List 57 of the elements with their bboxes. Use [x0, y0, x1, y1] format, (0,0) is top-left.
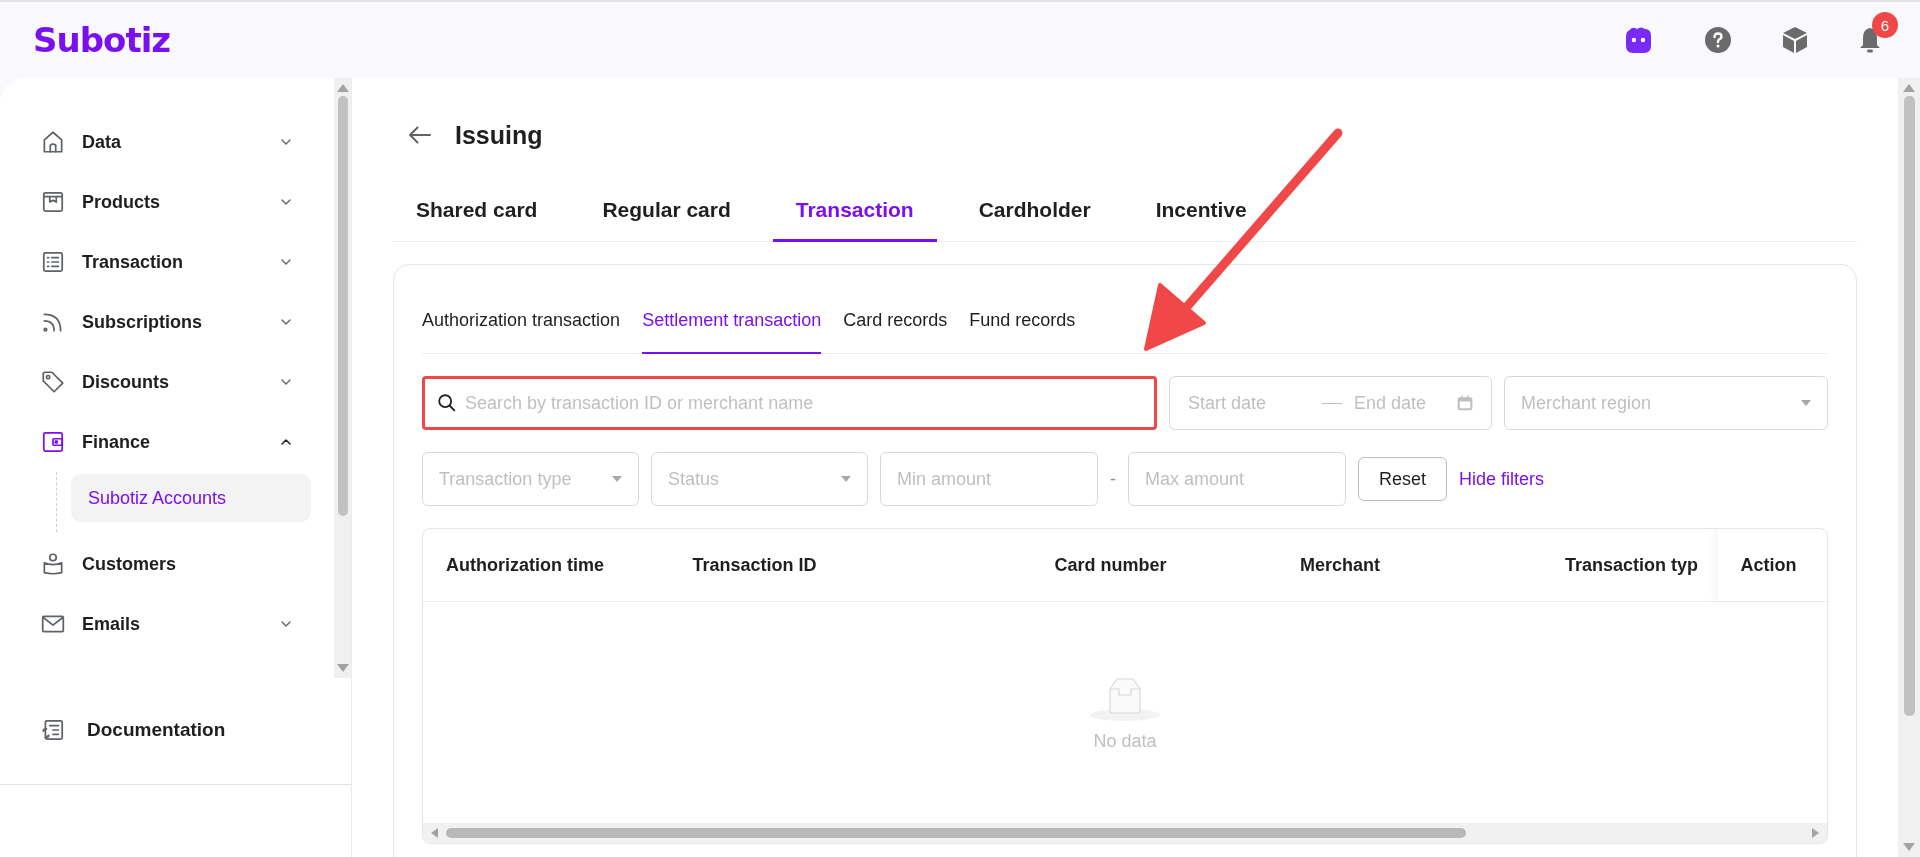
caret-icon	[1801, 400, 1811, 406]
wallet-icon	[40, 429, 66, 455]
user-icon	[40, 551, 66, 577]
caret-icon	[612, 476, 622, 482]
column-header: Transaction ID	[691, 554, 818, 576]
list-icon	[40, 249, 66, 275]
sidebar-item[interactable]: Products	[0, 172, 334, 232]
column-header: Merchant	[1299, 554, 1382, 576]
date-range-field[interactable]: Start date End date	[1169, 376, 1492, 430]
caret-icon	[841, 476, 851, 482]
sidebar-item[interactable]: Discounts	[0, 352, 334, 412]
logo: Subotiz	[33, 20, 171, 60]
reset-button[interactable]: Reset	[1358, 457, 1448, 501]
horizontal-scrollbar[interactable]	[423, 823, 1827, 843]
end-date-input[interactable]: End date	[1352, 391, 1456, 415]
notification-badge: 6	[1872, 12, 1898, 38]
tab[interactable]: Regular card	[579, 180, 754, 242]
sidebar-subitem[interactable]: Subotiz Accounts	[71, 474, 311, 522]
storefront-icon	[40, 189, 66, 215]
calendar-icon	[1456, 394, 1474, 412]
cube-icon[interactable]	[1782, 26, 1808, 54]
sidebar-item[interactable]: Data	[0, 112, 334, 172]
sidebar-item[interactable]: Transaction	[0, 232, 334, 292]
tag-icon	[40, 369, 66, 395]
tab[interactable]: Transaction	[772, 180, 937, 242]
column-header: Transaction typ	[1564, 554, 1699, 576]
hide-filters-link[interactable]: Hide filters	[1459, 468, 1545, 490]
tab[interactable]: Incentive	[1132, 180, 1270, 242]
page-title: Issuing	[455, 120, 543, 150]
sidebar-item[interactable]: Finance	[0, 412, 334, 472]
document-icon	[40, 717, 66, 743]
subtab[interactable]: Fund records	[969, 287, 1076, 354]
start-date-input[interactable]: Start date	[1186, 391, 1290, 415]
max-amount-field[interactable]: Max amount	[1128, 452, 1346, 506]
search-field[interactable]: Search by transaction ID or merchant name	[422, 376, 1157, 430]
empty-state-text: No data	[1093, 731, 1157, 752]
help-icon[interactable]	[1704, 26, 1732, 54]
column-header: Card number	[1053, 554, 1168, 576]
tab[interactable]: Shared card	[393, 180, 561, 242]
subtab[interactable]: Authorization transaction	[422, 287, 621, 354]
subtab[interactable]: Settlement transaction	[642, 287, 822, 354]
search-icon	[436, 392, 458, 414]
sidebar-item[interactable]: Subscriptions	[0, 292, 334, 352]
sidebar-item[interactable]: Emails	[0, 594, 334, 654]
page-scrollbar[interactable]	[1898, 78, 1920, 857]
min-amount-field[interactable]: Min amount	[880, 452, 1098, 506]
bell-icon[interactable]	[1858, 26, 1882, 54]
column-header: Action	[1717, 529, 1827, 601]
column-header: Authorization time	[445, 554, 605, 576]
sidebar-item[interactable]: Customers	[0, 534, 334, 594]
range-separator: -	[1110, 468, 1116, 490]
sidebar-item[interactable]: Documentation	[0, 700, 351, 760]
tab[interactable]: Cardholder	[955, 180, 1114, 242]
assistant-icon[interactable]	[1624, 26, 1654, 54]
sidebar-scrollbar[interactable]	[334, 78, 351, 678]
home-icon	[40, 129, 66, 155]
subtab[interactable]: Card records	[843, 287, 948, 354]
